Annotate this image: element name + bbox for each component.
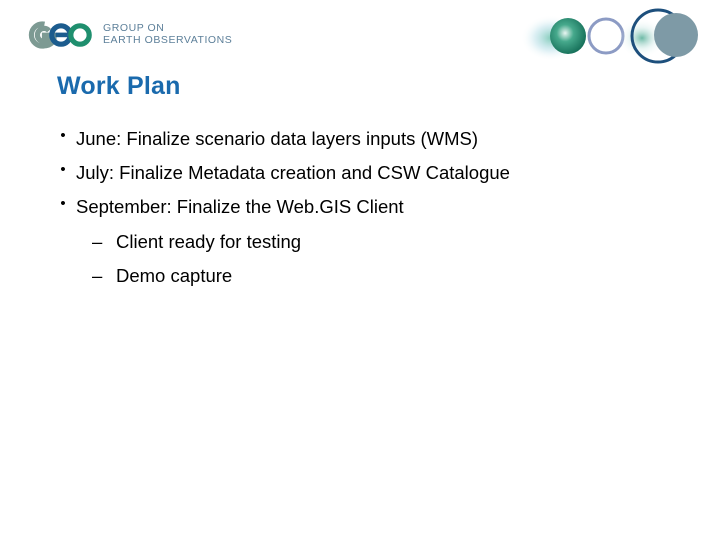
list-item-text: September: Finalize the Web.GIS Client xyxy=(76,196,404,218)
geo-logo-line-2: EARTH OBSERVATIONS xyxy=(103,34,233,46)
list-item-text: June: Finalize scenario data layers inpu… xyxy=(76,128,479,149)
sub-list-item: – Client ready for testing xyxy=(50,225,690,259)
bullet-marker-icon: • xyxy=(60,161,66,179)
geo-logo-wordmark: GROUP ON EARTH OBSERVATIONS xyxy=(103,22,233,47)
content-body: • June: Finalize scenario data layers in… xyxy=(50,122,690,293)
sub-list-item: – Demo capture xyxy=(50,259,690,293)
geo-logo-mark xyxy=(28,20,94,50)
geo-logo: GROUP ON EARTH OBSERVATIONS xyxy=(28,20,232,50)
sub-list-item-text: Client ready for testing xyxy=(116,230,302,252)
dash-marker-icon: – xyxy=(92,230,103,252)
list-item: • June: Finalize scenario data layers in… xyxy=(50,122,690,156)
dash-marker-icon: – xyxy=(92,264,103,286)
bullet-marker-icon: • xyxy=(60,195,66,213)
slide-canvas: GROUP ON EARTH OBSERVATIONS Work Plan • … xyxy=(0,0,720,540)
list-item-text: July: Finalize Metadata creation and CSW… xyxy=(76,162,510,184)
list-item: • July: Finalize Metadata creation and C… xyxy=(50,156,690,190)
list-item: • September: Finalize the Web.GIS Client xyxy=(50,190,690,224)
sub-list-item-text: Demo capture xyxy=(116,264,233,286)
bullet-marker-icon: • xyxy=(60,127,66,144)
decorative-spheres xyxy=(510,0,720,80)
page-title: Work Plan xyxy=(57,72,181,100)
